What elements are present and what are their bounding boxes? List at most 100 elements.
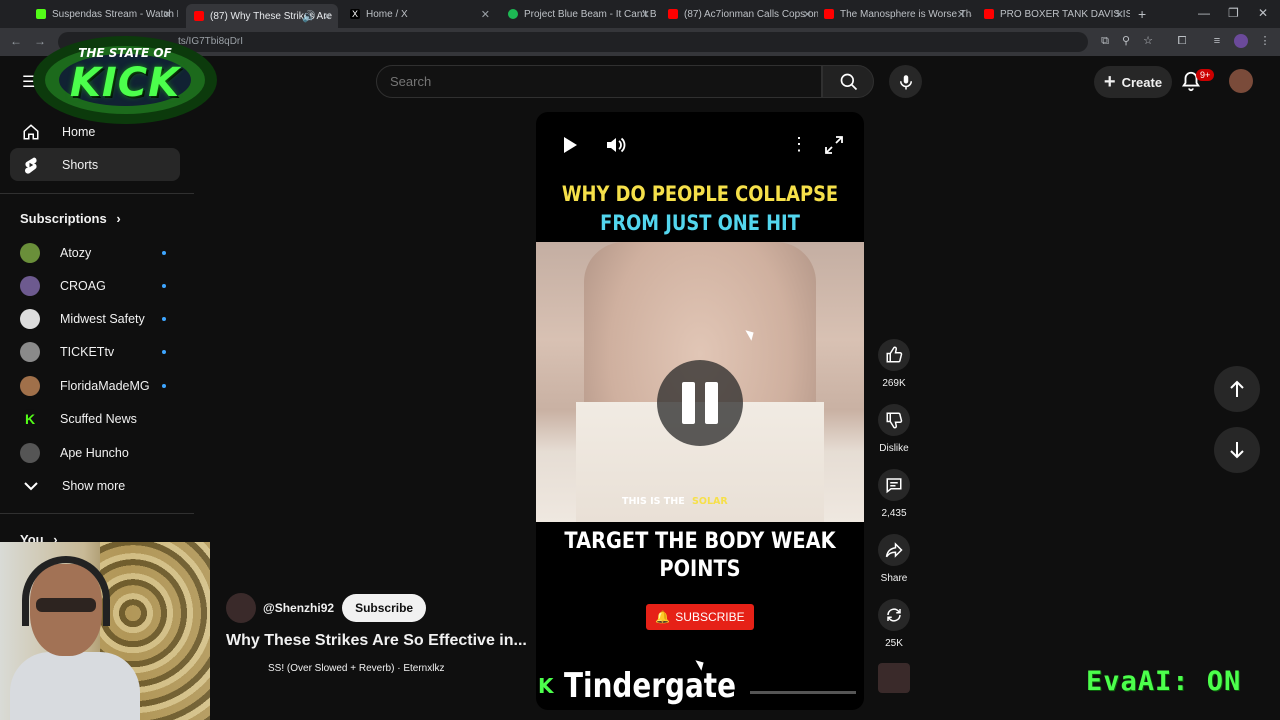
browser-tab[interactable]: Suspendas Stream - Watch Live ✕ [28, 4, 178, 24]
sidebar-item-subscription[interactable]: FloridaMadeMG [10, 369, 180, 402]
music-label: SS! (Over Slowed + Reverb) · Eternxlkz [268, 663, 445, 674]
like-count: 269K [882, 378, 906, 389]
pause-button[interactable] [657, 360, 743, 446]
subscribe-button[interactable]: Subscribe [342, 594, 427, 622]
close-tab-icon[interactable]: ✕ [163, 8, 172, 21]
channel-avatar [20, 275, 40, 296]
like-action[interactable]: 269K [878, 339, 910, 389]
channel-name[interactable]: @Shenzhi92 [263, 601, 334, 615]
tab-title: The Manosphere is Worse Than [840, 8, 972, 20]
channel-avatar [20, 375, 40, 396]
dislike-action[interactable]: Dislike [878, 404, 910, 454]
evaai-status-overlay: EvaAI: ON [1086, 666, 1242, 697]
browser-tab[interactable]: (87) Ac7ionman Calls Cops on ✕ [660, 4, 818, 24]
sidebar-item-subscription[interactable]: CROAG [10, 269, 180, 302]
create-button[interactable]: + Create [1094, 66, 1172, 98]
browser-menu-icon[interactable]: ⋮ [1258, 34, 1272, 48]
thumbs-up-icon [878, 339, 910, 371]
channel-name: Ape Huncho [60, 445, 129, 460]
zoom-icon[interactable]: ⚲ [1119, 34, 1133, 48]
media-controls-icon[interactable]: ≡ [1210, 34, 1224, 48]
browser-tab-active[interactable]: (87) Why These Strikes Are 🔊 ✕ [186, 4, 338, 28]
webcam-overlay [0, 542, 210, 720]
profile-avatar[interactable] [1234, 34, 1248, 48]
pause-icon [682, 382, 695, 424]
sidebar-item-subscription[interactable]: Midwest Safety [10, 302, 180, 335]
close-window-icon[interactable]: ✕ [1258, 6, 1268, 20]
share-action[interactable]: Share [878, 534, 910, 584]
channel-avatar[interactable] [226, 593, 256, 623]
channel-avatar [20, 442, 40, 463]
close-tab-icon[interactable]: ✕ [641, 8, 650, 21]
sidebar-item-subscription[interactable]: TICKETtv [10, 335, 180, 368]
bookmark-star-icon[interactable]: ☆ [1141, 34, 1155, 48]
extensions-icon[interactable]: ⧠ [1175, 34, 1189, 48]
new-tab-icon[interactable]: + [1136, 4, 1152, 24]
close-tab-icon[interactable]: ✕ [803, 8, 812, 21]
channel-avatar [20, 308, 40, 329]
remix-action[interactable]: 25K [878, 599, 910, 649]
search-button[interactable] [822, 65, 874, 98]
sidebar-item-shorts[interactable]: Shorts [10, 148, 180, 181]
back-icon[interactable]: ← [10, 34, 22, 48]
video-top-caption: WHY DO PEOPLE COLLAPSE FROM JUST ONE HIT [561, 180, 840, 238]
sunglasses-icon [36, 598, 96, 612]
open-in-app-icon[interactable]: ⧉ [1098, 34, 1112, 48]
remix-icon [878, 599, 910, 631]
share-label: Share [880, 573, 908, 584]
sound-thumbnail[interactable] [878, 663, 910, 693]
thumbs-down-icon [878, 404, 910, 436]
browser-tab[interactable]: The Manosphere is Worse Than ✕ [816, 4, 972, 24]
channel-avatar: K [20, 408, 40, 429]
sidebar-item-label: Home [62, 124, 96, 139]
search-input[interactable] [376, 65, 822, 98]
sidebar-item-label: Shorts [62, 157, 99, 172]
music-info[interactable]: SS! (Over Slowed + Reverb) · Eternxlkz [268, 663, 444, 674]
speaker-icon[interactable]: 🔊 [302, 10, 316, 23]
create-label: Create [1121, 74, 1163, 90]
subtitle-highlight: SOLAR [692, 496, 728, 507]
volume-icon[interactable] [606, 136, 626, 159]
voice-search-button[interactable] [889, 65, 922, 98]
share-icon [878, 534, 910, 566]
arrow-up-icon [1230, 380, 1244, 397]
sidebar-item-home[interactable]: Home [10, 115, 180, 148]
subscriptions-heading[interactable]: Subscriptions › [20, 211, 121, 226]
browser-tab[interactable]: PRO BOXER TANK DAVIS IS ✕ [976, 4, 1130, 24]
restore-icon[interactable]: ❐ [1228, 6, 1239, 20]
channel-name: FloridaMadeMG [60, 378, 150, 393]
next-short-button[interactable] [1214, 427, 1260, 473]
close-tab-icon[interactable]: ✕ [1115, 8, 1124, 21]
more-options-icon[interactable]: ⋮ [790, 134, 808, 155]
channel-name: TICKETtv [60, 344, 115, 359]
search-bar [376, 65, 876, 98]
previous-short-button[interactable] [1214, 366, 1260, 412]
browser-tab[interactable]: Project Blue Beam - It Can't Be ✕ [500, 4, 656, 24]
fullscreen-icon[interactable] [825, 136, 843, 159]
remix-count: 25K [885, 638, 903, 649]
notification-count-badge: 9+ [1196, 69, 1215, 81]
video-title[interactable]: Why These Strikes Are So Effective in... [226, 632, 527, 650]
shorts-player[interactable]: ⋮ WHY DO PEOPLE COLLAPSE FROM JUST ONE H… [536, 112, 864, 710]
browser-tab[interactable]: X Home / X ✕ [342, 4, 496, 24]
comments-action[interactable]: 2,435 [878, 469, 910, 519]
new-content-dot [162, 350, 166, 354]
youtube-favicon-icon [984, 9, 994, 19]
tindergate-label: Tindergate [563, 666, 736, 706]
minimize-icon[interactable]: — [1198, 6, 1210, 20]
channel-name: Midwest Safety [60, 311, 145, 326]
youtube-favicon-icon [668, 9, 678, 19]
play-icon[interactable] [562, 136, 578, 159]
sidebar-item-subscription[interactable]: Ape Huncho [10, 436, 180, 469]
close-tab-icon[interactable]: ✕ [957, 8, 966, 21]
sidebar-show-more[interactable]: Show more [10, 469, 180, 502]
sidebar-item-subscription[interactable]: K Scuffed News [10, 402, 180, 435]
subscribe-badge-label: SUBSCRIBE [675, 610, 745, 624]
sidebar-item-subscription[interactable]: Atozy [10, 236, 180, 269]
close-tab-icon[interactable]: ✕ [481, 8, 490, 21]
kick-favicon-icon [36, 9, 46, 19]
channel-name: Atozy [60, 245, 92, 260]
close-tab-icon[interactable]: ✕ [323, 10, 332, 23]
account-avatar[interactable] [1229, 69, 1253, 93]
chevron-right-icon: › [116, 211, 121, 226]
